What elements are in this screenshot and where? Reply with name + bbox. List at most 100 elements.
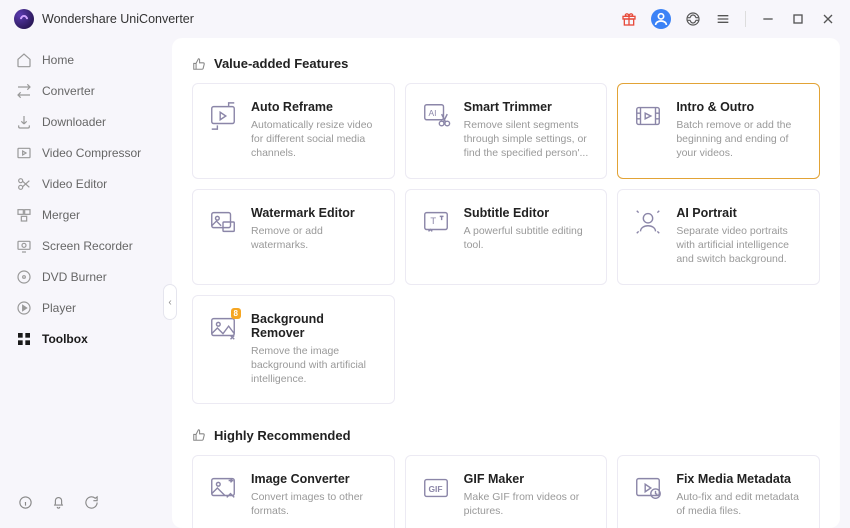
card-desc: Make GIF from videos or pictures. bbox=[464, 490, 593, 518]
converter-icon bbox=[16, 83, 32, 99]
sidebar-item-label: Merger bbox=[42, 208, 80, 222]
sidebar-item-toolbox[interactable]: Toolbox bbox=[0, 323, 172, 354]
card-grid-recommended: Image Converter Convert images to other … bbox=[192, 455, 820, 528]
account-icon[interactable] bbox=[651, 9, 671, 29]
auto-reframe-icon bbox=[207, 100, 239, 132]
divider bbox=[745, 11, 746, 27]
card-title: Intro & Outro bbox=[676, 100, 805, 114]
toolbox-icon bbox=[16, 331, 32, 347]
card-desc: Remove the image background with artific… bbox=[251, 344, 380, 387]
titlebar: Wondershare UniConverter bbox=[0, 0, 850, 38]
card-desc: Automatically resize video for different… bbox=[251, 118, 380, 161]
section-header-recommended: Highly Recommended bbox=[192, 428, 820, 443]
card-title: Background Remover bbox=[251, 312, 380, 340]
card-title: Watermark Editor bbox=[251, 206, 380, 220]
sidebar-item-video-compressor[interactable]: Video Compressor bbox=[0, 137, 172, 168]
card-title: Fix Media Metadata bbox=[676, 472, 805, 486]
sidebar-item-downloader[interactable]: Downloader bbox=[0, 106, 172, 137]
thumb-icon bbox=[192, 57, 206, 71]
card-title: Smart Trimmer bbox=[464, 100, 593, 114]
card-desc: A powerful subtitle editing tool. bbox=[464, 224, 593, 252]
sidebar-item-label: DVD Burner bbox=[42, 270, 107, 284]
sidebar-item-player[interactable]: Player bbox=[0, 292, 172, 323]
content: Value-added Features Auto Reframe Automa… bbox=[172, 38, 840, 528]
card-background-remover[interactable]: 8 Background Remover Remove the image ba… bbox=[192, 295, 395, 404]
card-watermark-editor[interactable]: Watermark Editor Remove or add watermark… bbox=[192, 189, 395, 285]
card-desc: Remove or add watermarks. bbox=[251, 224, 380, 252]
bg-remover-icon: 8 bbox=[207, 312, 239, 344]
support-icon[interactable] bbox=[685, 11, 701, 27]
recorder-icon bbox=[16, 238, 32, 254]
sidebar-item-screen-recorder[interactable]: Screen Recorder bbox=[0, 230, 172, 261]
svg-text:GIF: GIF bbox=[428, 483, 442, 493]
sidebar-item-label: Player bbox=[42, 301, 76, 315]
home-icon bbox=[16, 52, 32, 68]
card-smart-trimmer[interactable]: AI Smart Trimmer Remove silent segments … bbox=[405, 83, 608, 179]
bell-icon[interactable] bbox=[51, 495, 66, 510]
thumb-icon bbox=[192, 428, 206, 442]
section-title: Highly Recommended bbox=[214, 428, 351, 443]
sidebar-item-label: Screen Recorder bbox=[42, 239, 133, 253]
intro-outro-icon bbox=[632, 100, 664, 132]
card-gif-maker[interactable]: GIF GIF Maker Make GIF from videos or pi… bbox=[405, 455, 608, 528]
card-intro-outro[interactable]: Intro & Outro Batch remove or add the be… bbox=[617, 83, 820, 179]
downloader-icon bbox=[16, 114, 32, 130]
card-title: Auto Reframe bbox=[251, 100, 380, 114]
card-image-converter[interactable]: Image Converter Convert images to other … bbox=[192, 455, 395, 528]
sidebar: Home Converter Downloader Video Compress… bbox=[0, 38, 172, 528]
sidebar-item-label: Video Compressor bbox=[42, 146, 141, 160]
card-title: Image Converter bbox=[251, 472, 380, 486]
app-logo bbox=[14, 9, 34, 29]
content-wrap: ‹ Value-added Features Auto Reframe Auto… bbox=[172, 38, 850, 528]
titlebar-actions bbox=[621, 9, 836, 29]
svg-text:T: T bbox=[430, 216, 436, 226]
section-header-value-added: Value-added Features bbox=[192, 56, 820, 71]
editor-icon bbox=[16, 176, 32, 192]
sidebar-item-video-editor[interactable]: Video Editor bbox=[0, 168, 172, 199]
feedback-icon[interactable] bbox=[84, 495, 99, 510]
subtitle-icon: T bbox=[420, 206, 452, 238]
sidebar-item-label: Downloader bbox=[42, 115, 106, 129]
card-auto-reframe[interactable]: Auto Reframe Automatically resize video … bbox=[192, 83, 395, 179]
svg-text:AI: AI bbox=[428, 108, 436, 118]
sidebar-bottom bbox=[0, 483, 172, 522]
sidebar-item-label: Converter bbox=[42, 84, 95, 98]
gift-icon[interactable] bbox=[621, 11, 637, 27]
maximize-icon[interactable] bbox=[790, 11, 806, 27]
card-subtitle-editor[interactable]: T Subtitle Editor A powerful subtitle ed… bbox=[405, 189, 608, 285]
close-icon[interactable] bbox=[820, 11, 836, 27]
minimize-icon[interactable] bbox=[760, 11, 776, 27]
card-desc: Separate video portraits with artificial… bbox=[676, 224, 805, 267]
card-title: AI Portrait bbox=[676, 206, 805, 220]
smart-trimmer-icon: AI bbox=[420, 100, 452, 132]
sidebar-item-label: Home bbox=[42, 53, 74, 67]
sidebar-item-merger[interactable]: Merger bbox=[0, 199, 172, 230]
card-title: Subtitle Editor bbox=[464, 206, 593, 220]
card-title: GIF Maker bbox=[464, 472, 593, 486]
sidebar-item-label: Toolbox bbox=[42, 332, 88, 346]
info-icon[interactable] bbox=[18, 495, 33, 510]
merger-icon bbox=[16, 207, 32, 223]
dvd-icon bbox=[16, 269, 32, 285]
image-converter-icon bbox=[207, 472, 239, 504]
app-title: Wondershare UniConverter bbox=[42, 12, 194, 26]
menu-icon[interactable] bbox=[715, 11, 731, 27]
card-ai-portrait[interactable]: AI Portrait Separate video portraits wit… bbox=[617, 189, 820, 285]
badge-icon: 8 bbox=[231, 308, 241, 319]
card-desc: Convert images to other formats. bbox=[251, 490, 380, 518]
gif-icon: GIF bbox=[420, 472, 452, 504]
sidebar-item-dvd-burner[interactable]: DVD Burner bbox=[0, 261, 172, 292]
sidebar-item-label: Video Editor bbox=[42, 177, 107, 191]
sidebar-item-home[interactable]: Home bbox=[0, 44, 172, 75]
card-grid-value-added: Auto Reframe Automatically resize video … bbox=[192, 83, 820, 404]
card-fix-metadata[interactable]: Fix Media Metadata Auto-fix and edit met… bbox=[617, 455, 820, 528]
watermark-icon bbox=[207, 206, 239, 238]
card-desc: Auto-fix and edit metadata of media file… bbox=[676, 490, 805, 518]
ai-portrait-icon bbox=[632, 206, 664, 238]
sidebar-item-converter[interactable]: Converter bbox=[0, 75, 172, 106]
card-desc: Remove silent segments through simple se… bbox=[464, 118, 593, 161]
collapse-sidebar-button[interactable]: ‹ bbox=[163, 284, 177, 320]
main-layout: Home Converter Downloader Video Compress… bbox=[0, 38, 850, 528]
metadata-icon bbox=[632, 472, 664, 504]
card-desc: Batch remove or add the beginning and en… bbox=[676, 118, 805, 161]
